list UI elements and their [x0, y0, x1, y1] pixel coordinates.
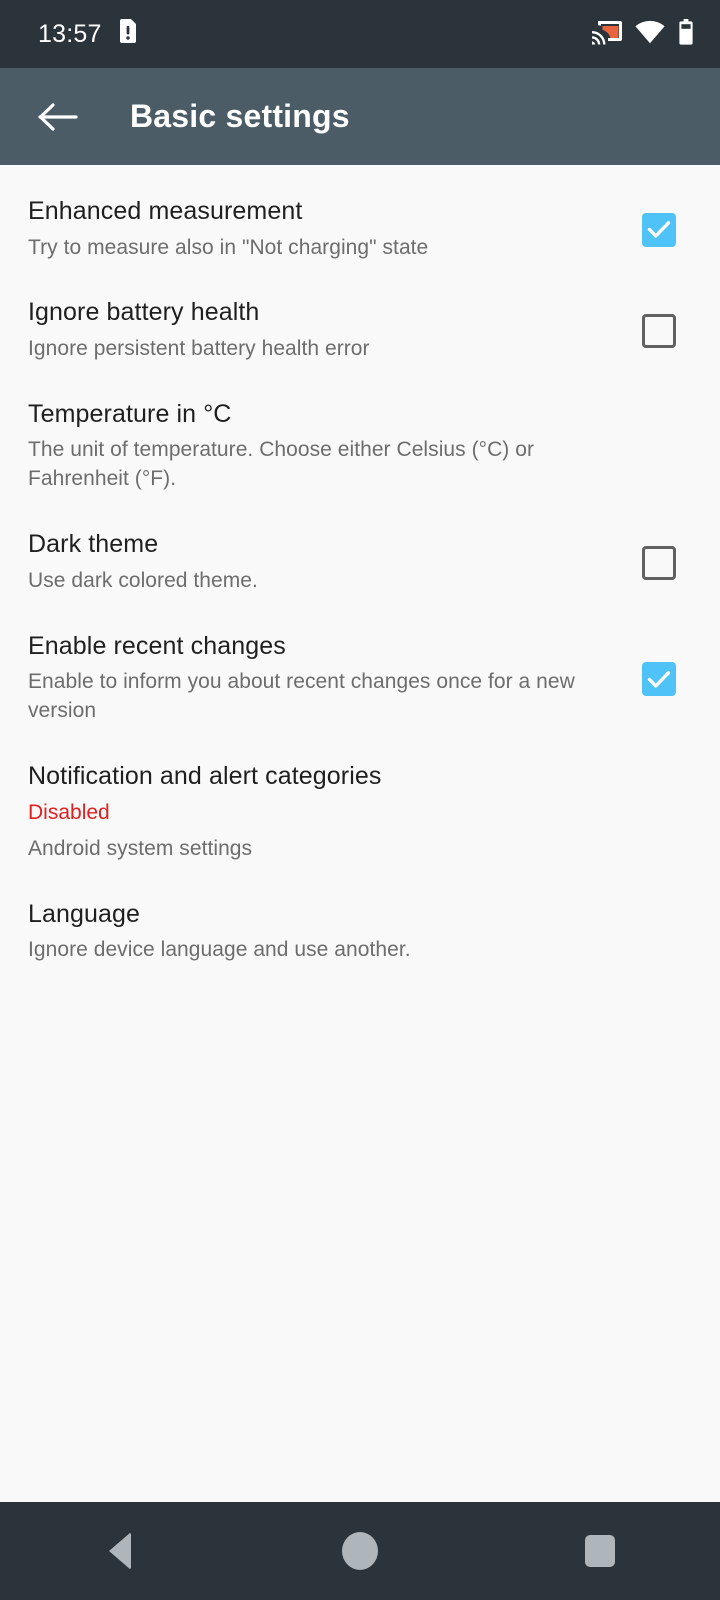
- status-bar-clock: 13:57: [38, 19, 102, 48]
- preference-summary: Ignore persistent battery health error: [28, 336, 370, 360]
- preference-title: Dark theme: [28, 530, 159, 559]
- preference-title: Temperature in °C: [28, 399, 232, 428]
- system-navigation-bar: [0, 1502, 720, 1600]
- status-bar-right: [592, 18, 694, 50]
- preference-title: Ignore battery health: [28, 298, 260, 327]
- phone-screen: 13:57 Basic settings Enhanced measuremen…: [0, 0, 720, 1600]
- battery-icon: [678, 18, 694, 50]
- checkbox-slot: [626, 212, 692, 247]
- preference-summary: Android system settings: [28, 836, 253, 860]
- preference-language[interactable]: Language Ignore device language and use …: [0, 882, 720, 983]
- preference-title: Notification and alert categories: [28, 762, 382, 791]
- preference-text: Notification and alert categories Disabl…: [28, 762, 626, 863]
- preference-enable-recent-changes[interactable]: Enable recent changes Enable to inform y…: [0, 614, 720, 744]
- checkbox-ignore-battery-health[interactable]: [642, 314, 676, 349]
- checkbox-enhanced-measurement[interactable]: [642, 212, 676, 247]
- sdcard-alert-icon: [118, 19, 138, 49]
- preference-ignore-battery-health[interactable]: Ignore battery health Ignore persistent …: [0, 280, 720, 381]
- preference-summary: Try to measure also in "Not charging" st…: [28, 235, 429, 259]
- preference-summary: Ignore device language and use another.: [28, 938, 411, 962]
- check-icon: [647, 670, 671, 688]
- nav-home-button[interactable]: [300, 1502, 420, 1600]
- checkbox-dark-theme[interactable]: [642, 546, 676, 581]
- checkbox-enable-recent-changes[interactable]: [642, 662, 676, 697]
- preference-temperature-unit[interactable]: Temperature in °C The unit of temperatur…: [0, 382, 720, 512]
- cast-icon: [592, 19, 622, 50]
- preference-summary: The unit of temperature. Choose either C…: [28, 438, 534, 491]
- checkbox-slot: [626, 314, 692, 349]
- preference-enhanced-measurement[interactable]: Enhanced measurement Try to measure also…: [0, 179, 720, 280]
- page-title: Basic settings: [130, 98, 350, 134]
- preference-text: Language Ignore device language and use …: [28, 900, 626, 965]
- check-icon: [647, 221, 671, 238]
- preference-summary: Use dark colored theme.: [28, 568, 258, 592]
- preference-text: Enhanced measurement Try to measure also…: [28, 197, 626, 262]
- back-triangle-icon: [109, 1532, 131, 1570]
- preference-text: Enable recent changes Enable to inform y…: [28, 632, 626, 726]
- preference-summary: Enable to inform you about recent change…: [28, 670, 575, 723]
- preference-text: Dark theme Use dark colored theme.: [28, 530, 626, 595]
- home-circle-icon: [342, 1532, 378, 1570]
- recents-square-icon: [585, 1535, 615, 1567]
- app-toolbar: Basic settings: [0, 68, 720, 165]
- preference-text: Ignore battery health Ignore persistent …: [28, 298, 626, 363]
- back-button[interactable]: [30, 89, 86, 145]
- status-badge: Disabled: [28, 800, 110, 824]
- preference-notification-categories[interactable]: Notification and alert categories Disabl…: [0, 744, 720, 881]
- checkbox-slot: [626, 546, 692, 581]
- preference-title: Enhanced measurement: [28, 197, 303, 225]
- status-bar: 13:57: [0, 0, 720, 68]
- back-arrow-icon: [38, 102, 78, 131]
- wifi-icon: [635, 20, 665, 49]
- preference-list: Enhanced measurement Try to measure also…: [0, 165, 720, 1502]
- preference-text: Temperature in °C The unit of temperatur…: [28, 400, 626, 494]
- checkbox-slot: [626, 662, 692, 697]
- preference-title: Language: [28, 899, 141, 928]
- preference-dark-theme[interactable]: Dark theme Use dark colored theme.: [0, 512, 720, 613]
- nav-recents-button[interactable]: [540, 1502, 660, 1600]
- preference-title: Enable recent changes: [28, 631, 286, 660]
- status-bar-left: 13:57: [38, 19, 138, 49]
- nav-back-button[interactable]: [60, 1502, 180, 1600]
